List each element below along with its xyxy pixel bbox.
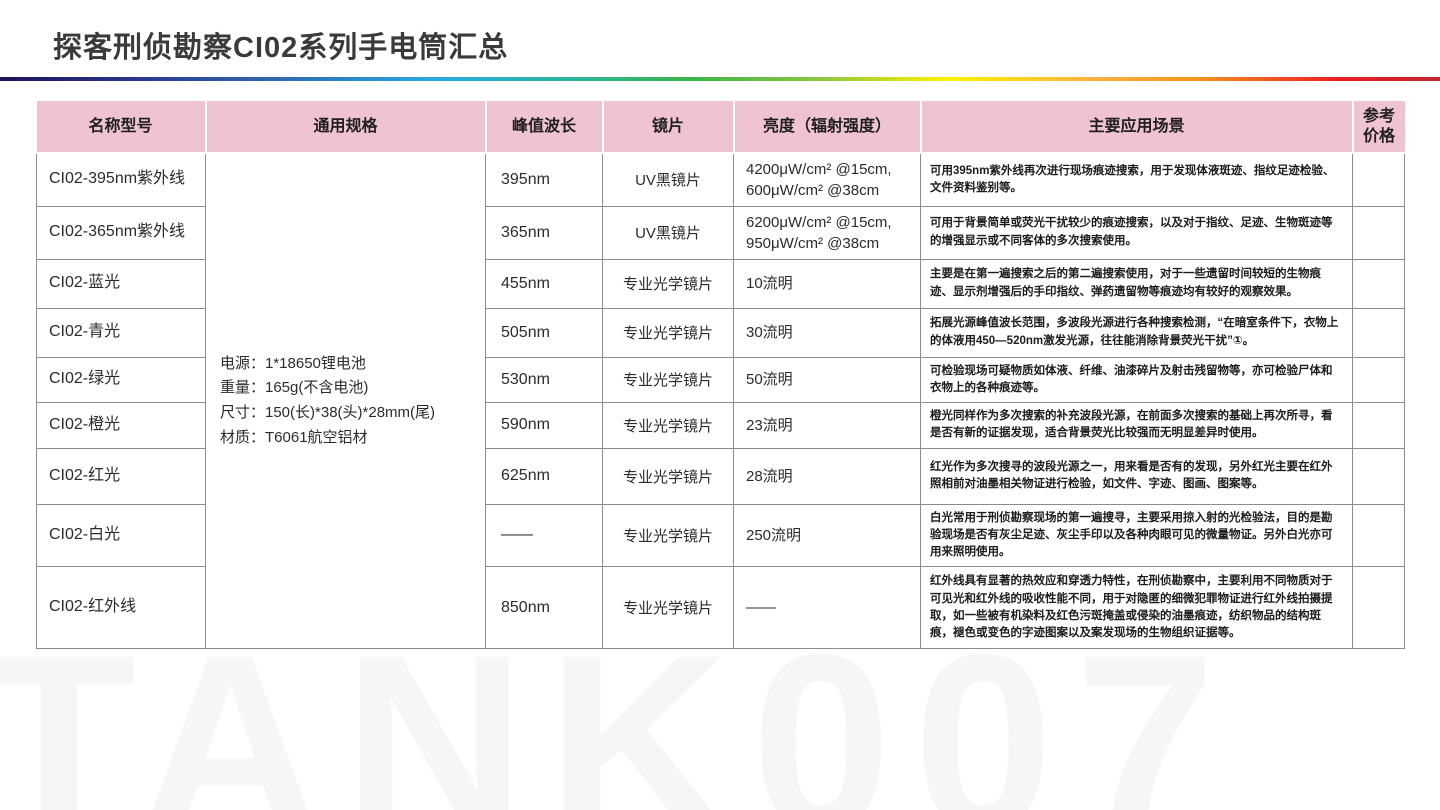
- page: 探客刑侦勘察CI02系列手电筒汇总 名称型号 通用规格 峰值波长 镜片 亮度（辐…: [0, 0, 1440, 810]
- cell-scenario: 拓展光源峰值波长范围，多波段光源进行各种搜索检测，“在暗室条件下，衣物上的体液用…: [921, 308, 1353, 357]
- cell-price: [1353, 259, 1405, 308]
- cell-price: [1353, 403, 1405, 449]
- cell-scenario: 橙光同样作为多次搜索的补充波段光源，在前面多次搜索的基础上再次所寻，看是否有新的…: [921, 403, 1353, 449]
- table-header: 名称型号 通用规格 峰值波长 镜片 亮度（辐射强度） 主要应用场景 参考 价格: [37, 100, 1405, 153]
- cell-wavelength: 505nm: [486, 308, 603, 357]
- spec-line-material: 材质：T6061航空铝材: [220, 426, 484, 451]
- cell-wavelength: ——: [486, 504, 603, 567]
- cell-lens: 专业光学镜片: [603, 448, 734, 504]
- cell-brightness: ——: [734, 567, 921, 649]
- cell-wavelength: 455nm: [486, 259, 603, 308]
- cell-lens: 专业光学镜片: [603, 259, 734, 308]
- table-row: CI02-395nm紫外线 电源：1*18650锂电池 重量：165g(不含电池…: [37, 153, 1405, 206]
- cell-brightness: 10流明: [734, 259, 921, 308]
- cell-lens: 专业光学镜片: [603, 308, 734, 357]
- cell-model: CI02-青光: [37, 308, 206, 357]
- cell-price: [1353, 153, 1405, 206]
- cell-lens: UV黑镜片: [603, 206, 734, 259]
- cell-price: [1353, 448, 1405, 504]
- cell-price: [1353, 206, 1405, 259]
- cell-model: CI02-橙光: [37, 403, 206, 449]
- cell-scenario: 红外线具有显著的热效应和穿透力特性，在刑侦勘察中，主要利用不同物质对于可见光和红…: [921, 567, 1353, 649]
- cell-model: CI02-绿光: [37, 357, 206, 403]
- cell-brightness: 250流明: [734, 504, 921, 567]
- page-title: 探客刑侦勘察CI02系列手电筒汇总: [53, 24, 1440, 66]
- cell-price: [1353, 357, 1405, 403]
- col-header-wavelength: 峰值波长: [486, 100, 603, 153]
- cell-price: [1353, 308, 1405, 357]
- cell-wavelength: 365nm: [486, 206, 603, 259]
- spec-line-size: 尺寸：150(长)*38(头)*28mm(尾): [220, 401, 484, 426]
- cell-brightness: 6200μW/cm² @15cm, 950μW/cm² @38cm: [734, 206, 921, 259]
- cell-model: CI02-395nm紫外线: [37, 153, 206, 206]
- col-header-lens: 镜片: [603, 100, 734, 153]
- cell-wavelength: 625nm: [486, 448, 603, 504]
- cell-wavelength: 590nm: [486, 403, 603, 449]
- cell-price: [1353, 504, 1405, 567]
- cell-lens: 专业光学镜片: [603, 567, 734, 649]
- cell-brightness: 50流明: [734, 357, 921, 403]
- col-header-model: 名称型号: [37, 100, 206, 153]
- col-header-price: 参考 价格: [1353, 100, 1405, 153]
- cell-lens: 专业光学镜片: [603, 504, 734, 567]
- cell-scenario: 白光常用于刑侦勘察现场的第一遍搜寻，主要采用掠入射的光检验法，目的是勘验现场是否…: [921, 504, 1353, 567]
- cell-brightness: 4200μW/cm² @15cm, 600μW/cm² @38cm: [734, 153, 921, 206]
- cell-model: CI02-红光: [37, 448, 206, 504]
- cell-lens: 专业光学镜片: [603, 403, 734, 449]
- spectrum-divider: [0, 77, 1440, 81]
- spec-line-weight: 重量：165g(不含电池): [220, 376, 484, 401]
- cell-scenario: 可用395nm紫外线再次进行现场痕迹搜索，用于发现体液斑迹、指纹足迹检验、文件资…: [921, 153, 1353, 206]
- cell-brightness: 28流明: [734, 448, 921, 504]
- cell-scenario: 主要是在第一遍搜索之后的第二遍搜索使用，对于一些遗留时间较短的生物痕迹、显示剂增…: [921, 259, 1353, 308]
- cell-wavelength: 850nm: [486, 567, 603, 649]
- cell-scenario: 可用于背景简单或荧光干扰较少的痕迹搜索，以及对于指纹、足迹、生物斑迹等的增强显示…: [921, 206, 1353, 259]
- cell-model: CI02-红外线: [37, 567, 206, 649]
- cell-model: CI02-365nm紫外线: [37, 206, 206, 259]
- cell-lens: UV黑镜片: [603, 153, 734, 206]
- flashlight-spec-table: 名称型号 通用规格 峰值波长 镜片 亮度（辐射强度） 主要应用场景 参考 价格 …: [36, 99, 1405, 649]
- spec-line-power: 电源：1*18650锂电池: [220, 352, 484, 377]
- cell-brightness: 23流明: [734, 403, 921, 449]
- cell-common-specs: 电源：1*18650锂电池 重量：165g(不含电池) 尺寸：150(长)*38…: [206, 153, 486, 649]
- cell-lens: 专业光学镜片: [603, 357, 734, 403]
- col-header-brightness: 亮度（辐射强度）: [734, 100, 921, 153]
- cell-scenario: 可检验现场可疑物质如体液、纤维、油漆碎片及射击残留物等，亦可检验尸体和衣物上的各…: [921, 357, 1353, 403]
- cell-wavelength: 530nm: [486, 357, 603, 403]
- cell-wavelength: 395nm: [486, 153, 603, 206]
- cell-model: CI02-蓝光: [37, 259, 206, 308]
- cell-price: [1353, 567, 1405, 649]
- col-header-scenario: 主要应用场景: [921, 100, 1353, 153]
- cell-scenario: 红光作为多次搜寻的波段光源之一，用来看是否有的发现，另外红光主要在红外照相前对油…: [921, 448, 1353, 504]
- cell-model: CI02-白光: [37, 504, 206, 567]
- col-header-specs: 通用规格: [206, 100, 486, 153]
- cell-brightness: 30流明: [734, 308, 921, 357]
